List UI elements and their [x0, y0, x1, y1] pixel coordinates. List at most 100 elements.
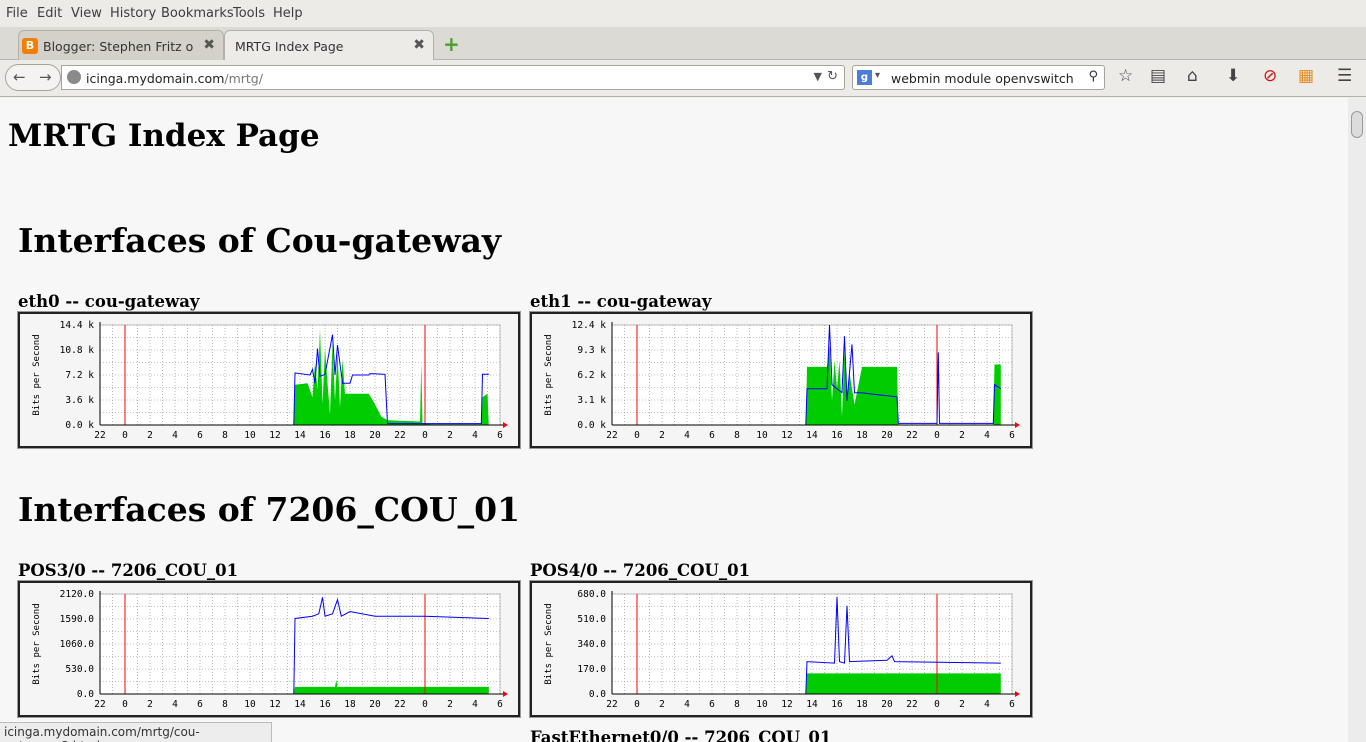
tab-title: MRTG Index Page	[235, 39, 344, 54]
close-icon[interactable]: ✖	[413, 37, 425, 53]
series-in-area	[805, 673, 1001, 694]
x-tick-label: 4	[472, 430, 478, 441]
x-tick-label: 0	[634, 699, 640, 710]
y-tick-label: 9.3 k	[577, 345, 606, 356]
x-tick-label: 8	[222, 699, 228, 710]
menu-bar: File Edit View History Bookmarks Tools H…	[0, 0, 1366, 27]
x-tick-label: 12	[781, 430, 792, 441]
x-tick-label: 8	[734, 430, 740, 441]
x-tick-label: 2	[959, 699, 965, 710]
addon-grid-icon[interactable]: ▦	[1298, 66, 1314, 86]
x-axis-arrow	[1015, 691, 1020, 697]
y-tick-label: 12.4 k	[572, 320, 607, 331]
menu-file[interactable]: File	[6, 6, 28, 21]
graph-svg: 14.4 k10.8 k7.2 k3.6 k0.0 k22 0 2 4 6 8 10 12 14…	[32, 320, 508, 441]
y-axis-title: Bits per Second	[544, 603, 554, 684]
interface-title[interactable]: FastEthernet0/0 -- 7206_COU_01	[530, 728, 831, 742]
chevron-down-icon[interactable]: ▼	[814, 70, 822, 83]
x-axis-arrow	[1015, 422, 1020, 428]
x-tick-label: 0	[422, 430, 428, 441]
download-icon[interactable]: ⬇	[1226, 66, 1240, 86]
menu-help[interactable]: Help	[273, 6, 303, 21]
search-input[interactable]: webmin module openvswitch	[891, 71, 1074, 86]
x-tick-label: 4	[684, 430, 690, 441]
scrollbar-track[interactable]	[1348, 98, 1366, 742]
scrollbar-thumb[interactable]	[1351, 111, 1363, 138]
x-tick-label: 6	[1009, 430, 1015, 441]
x-tick-label: 0	[934, 699, 940, 710]
status-bar-url: icinga.mydomain.com/mrtg/cou-gateway_3.h…	[0, 722, 272, 742]
search-engine-icon[interactable]: g	[857, 70, 872, 85]
reading-list-icon[interactable]: ▤	[1150, 66, 1166, 86]
tab-mrtg-index[interactable]: MRTG Index Page ✖	[224, 30, 434, 61]
interface-title[interactable]: eth0 -- cou-gateway	[18, 292, 200, 311]
menu-edit[interactable]: Edit	[37, 6, 62, 21]
x-tick-label: 20	[369, 430, 381, 441]
traffic-graph[interactable]: 680.0 510.0 340.0 170.0 0.0 22 0 2 4 6 8 10 12 14 16 18…	[529, 580, 1033, 718]
x-tick-label: 8	[734, 699, 740, 710]
binoculars-icon[interactable]: ⚲	[1088, 69, 1098, 84]
x-tick-label: 22	[906, 430, 917, 441]
x-tick-label: 4	[684, 699, 690, 710]
traffic-graph[interactable]: 14.4 k 10.8 k 7.2 k 3.6 k 0.0 k 22 0 2 4 6 8 10 12 14…	[17, 311, 521, 449]
menu-view[interactable]: View	[71, 6, 102, 21]
menu-bookmarks[interactable]: Bookmarks	[161, 6, 234, 21]
interface-title[interactable]: POS4/0 -- 7206_COU_01	[530, 561, 750, 580]
x-tick-label: 18	[344, 699, 356, 710]
tab-blogger[interactable]: B Blogger: Stephen Fritz o... ✖	[18, 30, 224, 60]
url-path: /mrtg/	[224, 71, 263, 86]
y-tick-label: 2120.0	[60, 589, 95, 600]
url-bar[interactable]: icinga.mydomain.com/mrtg/ ▼ ↻	[61, 65, 845, 90]
hamburger-menu-icon[interactable]: ☰	[1337, 66, 1352, 86]
chevron-down-icon[interactable]: ▾	[875, 70, 880, 81]
traffic-graph[interactable]: 2120.0 1590.0 1060.0 530.0 0.0 22 0 2 4 6 8 10 12 14 1…	[17, 580, 521, 718]
x-tick-label: 2	[659, 430, 665, 441]
addon-stop-icon[interactable]: ⊘	[1263, 66, 1277, 86]
x-tick-label: 20	[881, 699, 893, 710]
x-tick-label: 10	[756, 430, 768, 441]
reload-icon[interactable]: ↻	[827, 69, 838, 84]
x-tick-label: 6	[497, 699, 503, 710]
x-tick-label: 0	[422, 699, 428, 710]
x-tick-label: 14	[294, 430, 306, 441]
y-tick-label: 7.2 k	[65, 370, 94, 381]
url-text[interactable]: icinga.mydomain.com/mrtg/	[86, 71, 263, 86]
x-tick-label: 2	[959, 430, 965, 441]
x-tick-label: 2	[659, 699, 665, 710]
home-icon[interactable]: ⌂	[1187, 66, 1198, 86]
x-tick-label: 4	[172, 699, 178, 710]
forward-arrow-icon[interactable]: →	[39, 68, 52, 86]
x-tick-label: 4	[984, 699, 990, 710]
x-tick-label: 4	[984, 430, 990, 441]
y-tick-label: 510.0	[577, 614, 606, 625]
x-tick-label: 0	[122, 430, 128, 441]
x-tick-label: 16	[831, 430, 843, 441]
x-tick-label: 2	[147, 430, 153, 441]
search-bar[interactable]: g ▾ webmin module openvswitch ⚲	[852, 65, 1105, 90]
close-icon[interactable]: ✖	[203, 37, 215, 53]
y-tick-label: 6.2 k	[577, 370, 606, 381]
menu-tools[interactable]: Tools	[233, 6, 265, 21]
x-tick-label: 22	[906, 699, 917, 710]
y-tick-label: 0.0	[589, 689, 606, 700]
x-tick-label: 22	[606, 430, 617, 441]
x-tick-label: 2	[447, 430, 453, 441]
y-tick-label: 0.0 k	[65, 420, 94, 431]
x-axis-arrow	[503, 691, 508, 697]
x-tick-label: 16	[831, 699, 843, 710]
x-tick-label: 2	[447, 699, 453, 710]
interface-title[interactable]: POS3/0 -- 7206_COU_01	[18, 561, 238, 580]
interface-title[interactable]: eth1 -- cou-gateway	[530, 292, 712, 311]
graph-svg: 680.0510.0340.0170.00.022 0 2 4 6 8 10 12 14 16 18…	[544, 589, 1020, 710]
y-tick-label: 340.0	[577, 639, 606, 650]
bookmark-star-icon[interactable]: ☆	[1118, 66, 1133, 86]
menu-history[interactable]: History	[110, 6, 156, 21]
y-tick-label: 10.8 k	[60, 345, 95, 356]
traffic-graph[interactable]: 12.4 k 9.3 k 6.2 k 3.1 k 0.0 k 22 0 2 4 6 8 10 12 14 1…	[529, 311, 1033, 449]
x-tick-label: 22	[94, 699, 105, 710]
y-tick-label: 1060.0	[60, 639, 95, 650]
back-arrow-icon[interactable]: ←	[13, 68, 26, 86]
x-tick-label: 14	[806, 699, 818, 710]
y-axis-title: Bits per Second	[32, 334, 42, 415]
new-tab-button[interactable]: +	[443, 32, 460, 56]
